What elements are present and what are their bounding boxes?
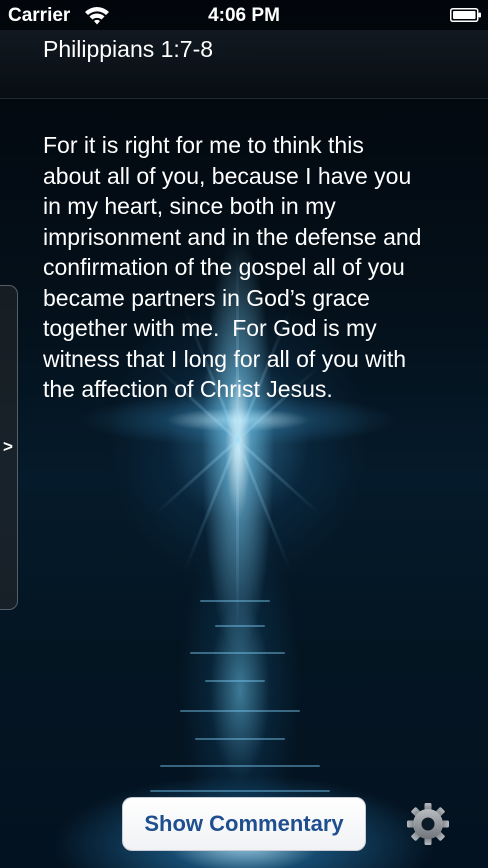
gear-icon[interactable] — [406, 802, 450, 846]
status-bar: Carrier 4:06 PM — [0, 0, 488, 30]
app-screen: Carrier 4:06 PM Philippians 1:7-8 For it… — [0, 0, 488, 868]
verse-text[interactable]: For it is right for me to think this abo… — [43, 130, 455, 405]
verse-reference: Philippians 1:7-8 — [43, 36, 214, 62]
battery-icon — [450, 8, 481, 22]
show-commentary-button[interactable]: Show Commentary — [122, 797, 366, 851]
chevron-right-icon[interactable]: > — [3, 437, 13, 457]
clock: 4:06 PM — [208, 5, 280, 26]
